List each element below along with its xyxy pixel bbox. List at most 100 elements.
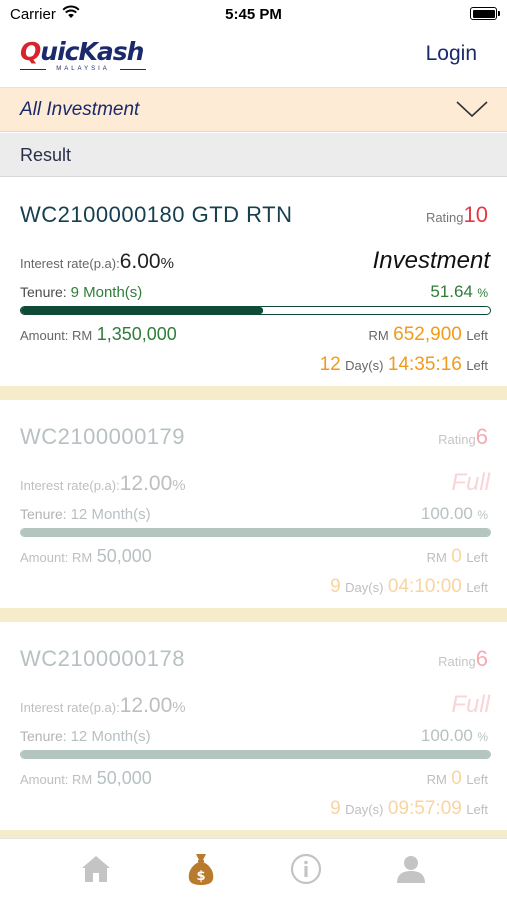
amount-label: Amount: RM bbox=[20, 772, 93, 787]
interest-rate-unit: % bbox=[160, 255, 174, 272]
rating-value: 10 bbox=[463, 202, 488, 227]
rating: Rating6 bbox=[438, 646, 488, 672]
rating-value: 6 bbox=[475, 646, 488, 671]
countdown: 9 Day(s) 04:10:00 Left bbox=[330, 576, 488, 598]
remaining-prefix: RM bbox=[426, 772, 447, 787]
rating-label: Rating bbox=[438, 654, 476, 669]
rating: Rating6 bbox=[438, 424, 488, 450]
result-label: Result bbox=[20, 145, 72, 165]
rating-value: 6 bbox=[475, 424, 488, 449]
app-header: QuicKash MALAYSIA Login bbox=[0, 30, 507, 88]
amount-value: 1,350,000 bbox=[96, 324, 177, 344]
interest-rate-unit: % bbox=[172, 699, 186, 716]
rating-label: Rating bbox=[438, 432, 476, 447]
tenure-value: 9 Month(s) bbox=[70, 284, 143, 301]
countdown: 12 Day(s) 14:35:16 Left bbox=[320, 354, 488, 376]
remaining-prefix: RM bbox=[368, 328, 389, 343]
countdown-time: 14:35:16 bbox=[387, 354, 462, 375]
tab-profile[interactable] bbox=[391, 851, 431, 887]
remaining-amount: RM 0 Left bbox=[427, 546, 488, 568]
funded-percent-value: 100.00 bbox=[420, 726, 473, 745]
remaining-prefix: RM bbox=[426, 550, 447, 565]
funded-percent-unit: % bbox=[477, 508, 488, 522]
amount-label: Amount: RM bbox=[20, 550, 93, 565]
remaining-value: 652,900 bbox=[393, 324, 462, 345]
interest-rate-unit: % bbox=[172, 477, 186, 494]
funded-percent: 51.64 % bbox=[430, 282, 488, 302]
result-header: Result bbox=[0, 133, 507, 177]
remaining-amount: RM 652,900 Left bbox=[369, 324, 489, 346]
funding-progress-fill bbox=[21, 529, 490, 536]
home-icon bbox=[82, 856, 110, 882]
remaining-suffix: Left bbox=[466, 328, 488, 343]
funded-percent: 100.00 % bbox=[421, 504, 488, 524]
tab-home[interactable] bbox=[76, 851, 116, 887]
interest-rate-value: 6.00 bbox=[119, 250, 161, 273]
tenure-label: Tenure: bbox=[20, 728, 67, 744]
countdown-left: Left bbox=[466, 802, 488, 817]
remaining-value: 0 bbox=[451, 546, 462, 567]
investment-card[interactable]: WC2100000178 Rating6 Interest rate(p.a):… bbox=[0, 622, 507, 830]
status-bar: Carrier 5:45 PM bbox=[0, 0, 507, 30]
tab-investment[interactable]: $ bbox=[181, 851, 221, 887]
tenure-value: 12 Month(s) bbox=[70, 728, 151, 745]
countdown-days-label: Day(s) bbox=[345, 802, 384, 817]
svg-text:$: $ bbox=[196, 869, 205, 884]
countdown-left: Left bbox=[466, 580, 488, 595]
interest-rate: Interest rate(p.a):12.00% bbox=[20, 694, 186, 718]
funding-progress-fill bbox=[21, 307, 264, 314]
funded-percent-value: 51.64 bbox=[430, 282, 473, 301]
amount: Amount: RM 1,350,000 bbox=[20, 324, 177, 345]
funding-progress-bar bbox=[20, 750, 491, 759]
investment-card[interactable]: WC2100000179 Rating6 Interest rate(p.a):… bbox=[0, 400, 507, 608]
remaining-amount: RM 0 Left bbox=[427, 768, 488, 790]
amount-label: Amount: RM bbox=[20, 328, 93, 343]
amount-value: 50,000 bbox=[96, 768, 152, 788]
investment-filter-dropdown[interactable]: All Investment bbox=[0, 88, 507, 132]
interest-rate-label: Interest rate(p.a): bbox=[20, 256, 120, 271]
investment-code: WC2100000178 bbox=[20, 646, 186, 671]
countdown-days: 12 bbox=[319, 354, 341, 375]
card-separator bbox=[0, 608, 507, 622]
remaining-suffix: Left bbox=[466, 550, 488, 565]
money-bag-icon: $ bbox=[188, 854, 214, 885]
funded-percent-unit: % bbox=[477, 286, 488, 300]
quickash-logo: QuicKash MALAYSIA bbox=[20, 38, 146, 78]
investment-code: WC2100000180 GTD RTN bbox=[20, 202, 293, 227]
login-button[interactable]: Login bbox=[426, 42, 477, 66]
remaining-suffix: Left bbox=[466, 772, 488, 787]
investment-status: Full bbox=[451, 469, 490, 496]
countdown-time: 04:10:00 bbox=[387, 576, 462, 597]
tenure: Tenure: 12 Month(s) bbox=[20, 728, 151, 745]
tenure-value: 12 Month(s) bbox=[70, 506, 151, 523]
investment-code: WC2100000179 bbox=[20, 424, 186, 449]
countdown-time: 09:57:09 bbox=[387, 798, 462, 819]
filter-label: All Investment bbox=[20, 99, 140, 120]
funded-percent-unit: % bbox=[477, 730, 488, 744]
card-separator bbox=[0, 386, 507, 400]
funding-progress-bar bbox=[20, 306, 491, 315]
funding-progress-bar bbox=[20, 528, 491, 537]
interest-rate: Interest rate(p.a):12.00% bbox=[20, 472, 186, 496]
interest-rate: Interest rate(p.a):6.00% bbox=[20, 250, 174, 274]
countdown-days: 9 bbox=[330, 576, 341, 597]
countdown: 9 Day(s) 09:57:09 Left bbox=[330, 798, 488, 820]
interest-rate-label: Interest rate(p.a): bbox=[20, 478, 120, 493]
tenure: Tenure: 12 Month(s) bbox=[20, 506, 151, 523]
countdown-days-label: Day(s) bbox=[345, 358, 384, 373]
rating-label: Rating bbox=[425, 210, 464, 225]
tenure: Tenure: 9 Month(s) bbox=[20, 284, 142, 301]
amount: Amount: RM 50,000 bbox=[20, 546, 152, 567]
interest-rate-value: 12.00 bbox=[119, 694, 173, 717]
bottom-tab-bar: $ bbox=[0, 838, 507, 900]
funding-progress-fill bbox=[21, 751, 490, 758]
amount-value: 50,000 bbox=[96, 546, 152, 566]
amount: Amount: RM 50,000 bbox=[20, 768, 152, 789]
profile-icon bbox=[397, 856, 425, 883]
rating: Rating10 bbox=[426, 202, 488, 228]
tab-info[interactable] bbox=[286, 851, 326, 887]
interest-rate-label: Interest rate(p.a): bbox=[20, 700, 120, 715]
status-time: 5:45 PM bbox=[225, 6, 282, 23]
investment-card[interactable]: WC2100000180 GTD RTN Rating10 Interest r… bbox=[0, 178, 507, 386]
tenure-label: Tenure: bbox=[20, 506, 67, 522]
